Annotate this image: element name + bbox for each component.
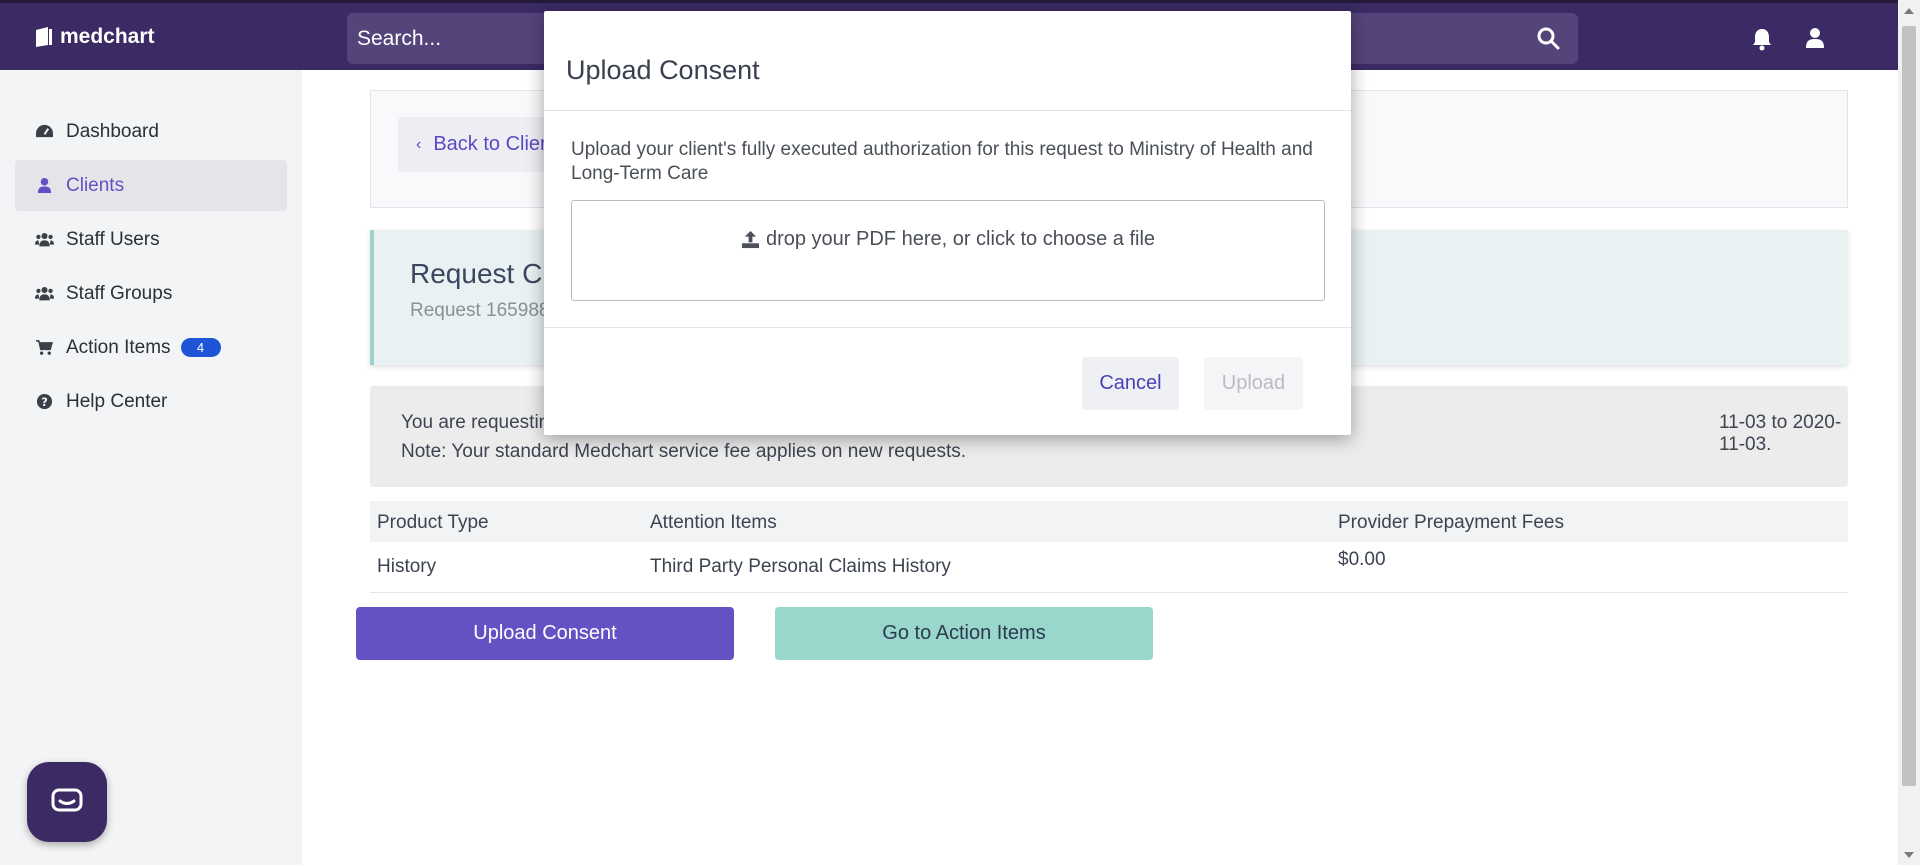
notice-text-start: You are requestin [401, 412, 550, 433]
notice-text-end: 11-03 to 2020-11-03. [1719, 412, 1842, 455]
user-icon[interactable] [1805, 27, 1825, 49]
modal-description: Upload your client's fully executed auth… [571, 139, 1313, 184]
cart-icon [36, 340, 53, 355]
sidebar-item-staff-users[interactable]: Staff Users [15, 214, 287, 265]
action-items-count-badge: 4 [180, 338, 221, 357]
sidebar-item-action-items[interactable]: Action Items 4 [15, 322, 287, 373]
cell-product-type: History [377, 556, 437, 577]
sidebar-item-help-center[interactable]: ? Help Center [15, 376, 287, 427]
column-header-prepayment-fees: Provider Prepayment Fees [1338, 512, 1564, 533]
chat-icon [51, 788, 83, 812]
bell-icon[interactable] [1751, 27, 1773, 51]
help-icon: ? [36, 393, 53, 410]
table-header: Product Type Attention Items Provider Pr… [370, 501, 1848, 542]
upload-icon [741, 230, 760, 249]
back-to-clients-button[interactable]: ‹ Back to Clien [398, 117, 558, 172]
svg-text:?: ? [41, 395, 48, 409]
column-header-product-type: Product Type [377, 512, 489, 533]
scroll-down-arrow-icon[interactable] [1904, 852, 1914, 858]
sidebar-item-label: Action Items [66, 336, 171, 358]
sidebar: Dashboard Clients Staff Users Staff Grou… [0, 70, 302, 865]
scrollbar-thumb[interactable] [1902, 26, 1916, 786]
upload-consent-button[interactable]: Upload Consent [356, 607, 734, 660]
chevron-left-icon: ‹ [416, 135, 422, 153]
request-title: Request Cr [410, 258, 552, 289]
search-input[interactable]: Search... [357, 27, 441, 51]
scroll-up-arrow-icon[interactable] [1904, 8, 1914, 14]
sidebar-item-clients[interactable]: Clients [15, 160, 287, 211]
logo-icon [36, 27, 52, 47]
column-header-attention-items: Attention Items [650, 512, 777, 533]
sidebar-item-dashboard[interactable]: Dashboard [15, 106, 287, 157]
dashboard-icon [36, 124, 53, 138]
cancel-button[interactable]: Cancel [1082, 357, 1179, 410]
request-subtitle: Request 165988 [410, 300, 550, 321]
divider [544, 327, 1351, 328]
sidebar-item-label: Help Center [66, 390, 168, 412]
sidebar-item-staff-groups[interactable]: Staff Groups [15, 268, 287, 319]
pdf-dropzone[interactable]: drop your PDF here, or click to choose a… [571, 200, 1325, 301]
page-scrollbar[interactable] [1898, 0, 1920, 865]
request-table: Product Type Attention Items Provider Pr… [370, 501, 1848, 593]
users-icon [35, 233, 54, 247]
go-to-action-items-button[interactable]: Go to Action Items [775, 607, 1153, 660]
upload-button[interactable]: Upload [1204, 357, 1303, 410]
table-row: History Third Party Personal Claims Hist… [370, 542, 1848, 593]
back-button-label: Back to Clien [433, 133, 552, 155]
sidebar-item-label: Staff Groups [66, 282, 173, 304]
search-icon[interactable] [1536, 26, 1560, 50]
cell-prepayment-fee: $0.00 [1338, 549, 1386, 570]
divider [544, 110, 1351, 111]
logo-text: medchart [60, 25, 155, 48]
cell-attention-items: Third Party Personal Claims History [650, 556, 951, 577]
user-icon [37, 177, 52, 194]
sidebar-item-label: Clients [66, 174, 125, 196]
sidebar-item-label: Staff Users [66, 228, 160, 250]
dropzone-text: drop your PDF here, or click to choose a… [765, 228, 1156, 250]
sidebar-item-label: Dashboard [66, 120, 159, 142]
chat-widget-button[interactable] [27, 762, 107, 842]
users-icon [35, 287, 54, 301]
notice-fee-note: Note: Your standard Medchart service fee… [401, 441, 967, 462]
upload-consent-modal: Upload Consent Upload your client's full… [544, 11, 1351, 435]
logo[interactable]: medchart [34, 25, 155, 49]
modal-title: Upload Consent [566, 55, 760, 85]
